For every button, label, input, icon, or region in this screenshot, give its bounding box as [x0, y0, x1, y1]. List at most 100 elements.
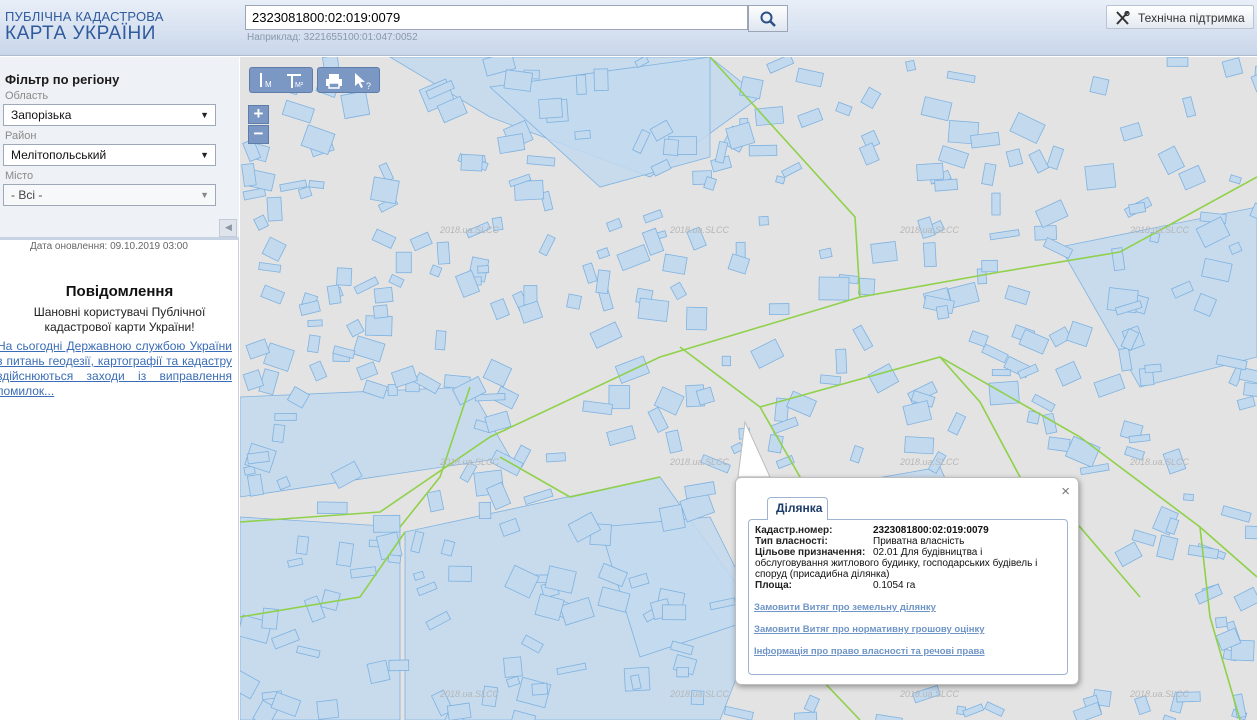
support-button[interactable]: Технічна підтримка [1106, 5, 1254, 29]
zoom-in-button[interactable]: + [248, 105, 269, 124]
oblast-label: Область [5, 90, 49, 102]
parcel [274, 413, 297, 421]
notice-link[interactable]: На сьогодні Державною службою України з … [0, 339, 232, 399]
map-watermark: 2018.ua.SLCC [440, 225, 500, 235]
map-watermark: 2018.ua.SLCC [440, 457, 500, 467]
parcel [281, 99, 315, 124]
collapse-sidebar-button[interactable]: ◀ [219, 219, 237, 237]
parcel [1220, 505, 1252, 523]
parcel [1244, 525, 1257, 540]
parcel [1009, 111, 1046, 145]
purpose-row: Цільове призначення: 02.01 Для будівництв… [755, 547, 982, 558]
cadnum-label: Кадастр.номер: [755, 525, 833, 536]
parcel [1183, 493, 1194, 502]
identify-icon[interactable]: ? [352, 71, 376, 91]
rayon-select[interactable]: Мелітопольський ▼ [3, 144, 216, 166]
parcel [870, 240, 898, 264]
parcel [1018, 328, 1050, 355]
parcel [253, 214, 270, 231]
filter-title: Фільтр по регіону [5, 72, 120, 87]
purpose-line-3: споруд (присадибна ділянка) [755, 569, 890, 580]
parcel [356, 361, 379, 381]
parcel [803, 694, 821, 714]
parcel [637, 297, 670, 322]
parcel [596, 247, 611, 260]
parcel [482, 358, 513, 388]
parcel [489, 298, 510, 321]
parcel [388, 659, 410, 672]
map-watermark: 2018.ua.SLCC [1130, 225, 1190, 235]
cadnum-row: Кадастр.номер: 2323081800:02:019:0079 [755, 525, 989, 536]
parcel [1182, 96, 1197, 118]
parcel [538, 97, 563, 119]
parcel [526, 155, 556, 167]
parcel [835, 101, 853, 117]
parcel [436, 241, 451, 265]
city-select[interactable]: - Всі - ▼ [3, 184, 216, 206]
parcel [477, 265, 490, 274]
parcel [582, 400, 614, 416]
parcel [935, 305, 950, 320]
measure-area-icon[interactable]: M² [285, 71, 311, 91]
parcel [1156, 534, 1179, 561]
parcel [662, 253, 688, 275]
parcel [946, 70, 976, 84]
parcel [661, 604, 687, 621]
parcel [316, 699, 340, 720]
parcel [340, 90, 371, 120]
area-label: Площа: [755, 580, 792, 591]
parcel [989, 229, 1020, 241]
ownership-rights-info-link[interactable]: Інформація про право власності та речові… [754, 646, 985, 657]
search-button[interactable] [748, 5, 788, 32]
parcel [246, 450, 270, 465]
site-logo[interactable]: ПУБЛІЧНА КАДАСТРОВА КАРТА УКРАЇНИ [5, 9, 164, 44]
cadnum-value: 2323081800:02:019:0079 [873, 525, 989, 536]
svg-text:?: ? [366, 81, 371, 91]
parcel [725, 121, 756, 150]
parcel [478, 501, 492, 520]
search-icon [760, 11, 776, 27]
measure-length-icon[interactable]: M [255, 71, 279, 91]
parcel [1034, 199, 1069, 229]
parcel [797, 107, 824, 128]
dropdown-arrow-icon: ▼ [200, 110, 209, 120]
search-hint: Наприклад: 3221655100:01:047:0052 [247, 32, 418, 43]
order-extract-parcel-link[interactable]: Замовити Витяг про земельну ділянку [754, 602, 936, 613]
order-extract-valuation-link[interactable]: Замовити Витяг про нормативну грошову оц… [754, 624, 985, 635]
cadastral-search-input[interactable] [245, 5, 748, 30]
parcel [606, 425, 636, 447]
parcel [835, 348, 848, 374]
parcel [727, 253, 751, 275]
parcel [738, 76, 764, 100]
parcel [1228, 174, 1242, 185]
parcel [685, 306, 708, 331]
print-icon[interactable] [324, 71, 344, 91]
parcel [922, 242, 937, 268]
parcel [858, 142, 880, 166]
parcel [460, 153, 483, 172]
parcel [497, 133, 526, 155]
purpose-line-2: обслуговування житлового будинку, господ… [755, 558, 1038, 569]
tab-parcel[interactable]: Ділянка [767, 497, 828, 520]
parcel [593, 68, 609, 92]
parcel [775, 175, 786, 185]
parcel [1114, 541, 1143, 568]
logo-line-2: КАРТА УКРАЇНИ [5, 23, 156, 44]
parcel [409, 231, 433, 252]
parcel [538, 233, 556, 257]
zoom-out-button[interactable]: − [248, 125, 269, 144]
parcel [446, 702, 472, 720]
oblast-select[interactable]: Запорізька ▼ [3, 104, 216, 126]
map-watermark: 2018.ua.SLCC [1130, 457, 1190, 467]
map-watermark: 2018.ua.SLCC [1130, 689, 1190, 699]
parcel [1028, 149, 1050, 174]
parcel [388, 273, 405, 288]
parcel [750, 338, 785, 369]
close-icon[interactable]: × [1061, 483, 1070, 500]
parcel [1046, 145, 1065, 170]
parcel [795, 67, 825, 88]
parcel [316, 501, 348, 515]
parcel [246, 473, 265, 497]
map-watermark: 2018.ua.SLCC [900, 457, 960, 467]
parcel [616, 244, 651, 272]
